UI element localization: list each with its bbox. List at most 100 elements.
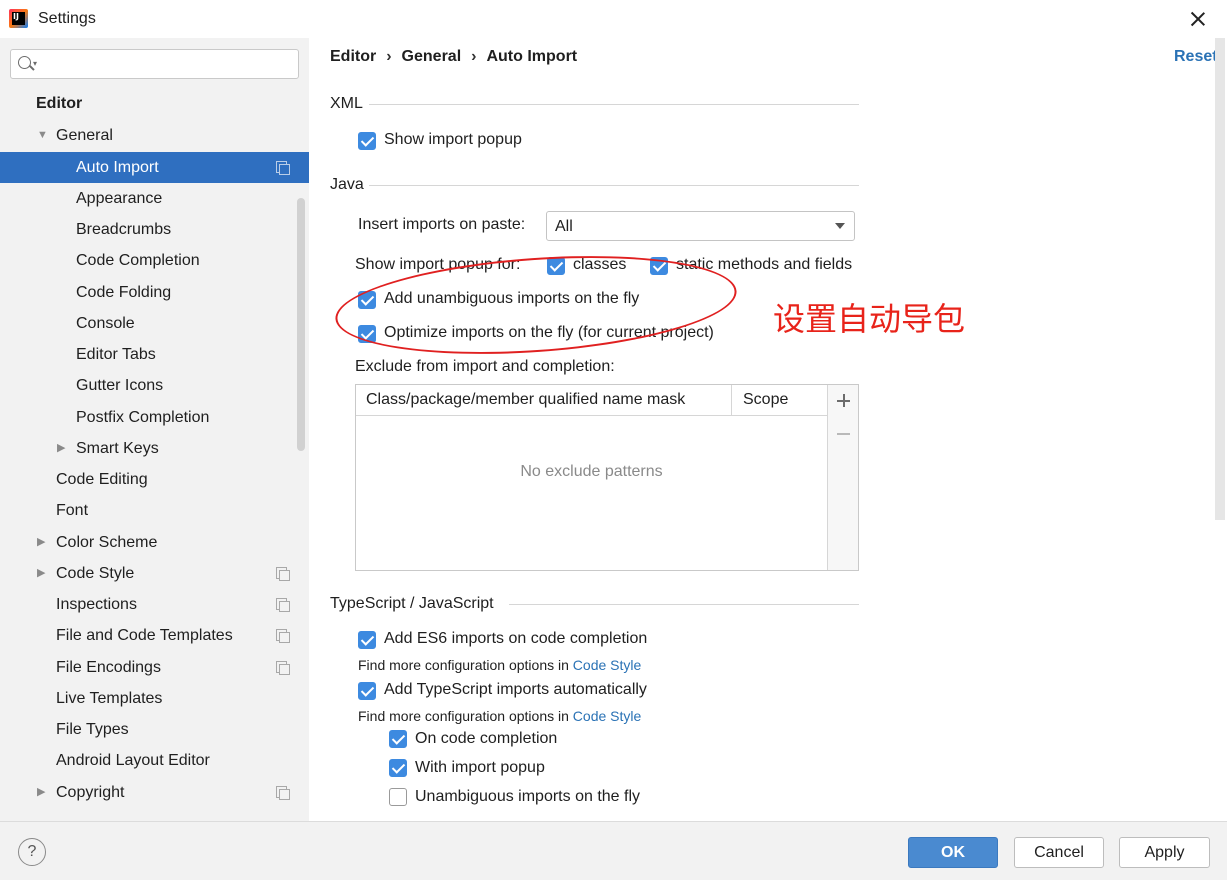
with-import-popup-checkbox[interactable] <box>389 759 407 777</box>
sidebar-item-copyright[interactable]: ▶ Copyright <box>0 777 309 808</box>
project-scope-icon <box>276 598 290 612</box>
sidebar-item-gutter-icons[interactable]: Gutter Icons <box>0 370 309 401</box>
ok-button[interactable]: OK <box>908 837 998 868</box>
sidebar-item-file-encodings[interactable]: File Encodings <box>0 652 309 683</box>
sidebar-item-postfix-completion[interactable]: Postfix Completion <box>0 402 309 433</box>
chevron-right-icon[interactable]: ▶ <box>57 433 65 464</box>
sidebar-item-label: Android Layout Editor <box>56 752 210 769</box>
section-title-typescript: TypeScript / JavaScript <box>330 595 494 612</box>
column-divider <box>731 385 732 416</box>
unambiguous-imports-checkbox[interactable] <box>389 788 407 806</box>
static-methods-checkbox[interactable] <box>650 257 668 275</box>
column-header-mask[interactable]: Class/package/member qualified name mask <box>366 391 685 409</box>
sidebar-item-label: Gutter Icons <box>76 377 164 394</box>
section-divider <box>369 104 859 105</box>
sidebar-item-editor[interactable]: Editor <box>0 88 309 119</box>
cancel-button[interactable]: Cancel <box>1014 837 1104 868</box>
sidebar-item-smart-keys[interactable]: ▶ Smart Keys <box>0 433 309 464</box>
main-scrollbar[interactable] <box>1215 38 1225 520</box>
app-icon-text: IJ <box>12 12 25 25</box>
chevron-right-icon[interactable]: ▶ <box>37 558 45 589</box>
sidebar-item-editor-tabs[interactable]: Editor Tabs <box>0 339 309 370</box>
find-more-text: Find more configuration options in Code … <box>358 657 641 673</box>
apply-button[interactable]: Apply <box>1119 837 1210 868</box>
static-methods-label: static methods and fields <box>676 256 853 273</box>
settings-content: Editor › General › Auto Import Reset XML Sho… <box>309 38 1227 821</box>
sidebar-item-label: Breadcrumbs <box>76 221 172 238</box>
window-title: Settings <box>38 10 96 27</box>
show-import-popup-checkbox[interactable] <box>358 132 376 150</box>
insert-imports-select[interactable]: All <box>546 211 855 241</box>
add-unambiguous-imports-label: Add unambiguous imports on the fly <box>384 290 640 307</box>
chevron-right-icon[interactable]: ▶ <box>37 777 45 808</box>
sidebar-item-general[interactable]: ▼ General <box>0 120 309 151</box>
optimize-imports-label: Optimize imports on the fly (for current… <box>384 324 714 341</box>
sidebar-item-inspections[interactable]: Inspections <box>0 589 309 620</box>
sidebar-item-file-and-code-templates[interactable]: File and Code Templates <box>0 620 309 651</box>
breadcrumb-separator: › <box>386 48 392 65</box>
code-style-link[interactable]: Code Style <box>573 657 641 673</box>
add-typescript-imports-checkbox[interactable] <box>358 682 376 700</box>
section-divider <box>369 185 859 186</box>
breadcrumb-item[interactable]: General <box>402 48 462 66</box>
search-input[interactable]: ▾ <box>10 49 299 79</box>
column-header-scope[interactable]: Scope <box>743 391 788 409</box>
chevron-right-icon[interactable]: ▶ <box>37 527 45 558</box>
sidebar-item-auto-import[interactable]: Auto Import <box>0 152 309 183</box>
sidebar-item-label: Live Templates <box>56 690 163 707</box>
sidebar-item-label: Code Folding <box>76 284 172 301</box>
sidebar-item-label: Inspections <box>56 596 137 613</box>
section-divider <box>509 604 859 605</box>
add-es6-imports-checkbox[interactable] <box>358 631 376 649</box>
sidebar-item-label: General <box>56 127 113 144</box>
exclude-patterns-table: Class/package/member qualified name mask… <box>355 384 859 571</box>
sidebar-item-android-layout-editor[interactable]: Android Layout Editor <box>0 745 309 776</box>
add-unambiguous-imports-checkbox[interactable] <box>358 291 376 309</box>
project-scope-icon <box>276 629 290 643</box>
title-bar: IJ Settings <box>0 0 1227 38</box>
insert-imports-label: Insert imports on paste: <box>358 216 526 233</box>
sidebar-item-code-style[interactable]: ▶ Code Style <box>0 558 309 589</box>
sidebar-item-label: Font <box>56 502 89 519</box>
add-icon[interactable] <box>837 394 850 407</box>
chevron-down-icon[interactable]: ▾ <box>33 59 37 68</box>
table-header: Class/package/member qualified name mask… <box>356 385 827 416</box>
find-more-prefix: Find more configuration options in <box>358 657 569 673</box>
section-title-xml: XML <box>330 95 363 112</box>
sidebar-item-label: File Types <box>56 721 129 738</box>
sidebar-item-label: Editor <box>36 95 83 112</box>
reset-link[interactable]: Reset <box>1174 48 1218 66</box>
remove-icon[interactable] <box>837 427 850 440</box>
classes-checkbox[interactable] <box>547 257 565 275</box>
sidebar-item-label: Copyright <box>56 784 125 801</box>
chevron-down-icon[interactable]: ▼ <box>37 120 48 151</box>
sidebar-item-label: Appearance <box>76 190 163 207</box>
optimize-imports-checkbox[interactable] <box>358 325 376 343</box>
add-es6-imports-label: Add ES6 imports on code completion <box>384 630 648 647</box>
sidebar-item-live-templates[interactable]: Live Templates <box>0 683 309 714</box>
project-scope-icon <box>276 161 290 175</box>
breadcrumb-item[interactable]: Editor <box>330 48 376 66</box>
section-title-java: Java <box>330 176 364 193</box>
chevron-down-icon <box>835 223 845 229</box>
sidebar-item-label: Color Scheme <box>56 534 158 551</box>
sidebar-item-label: File and Code Templates <box>56 627 233 644</box>
sidebar-item-breadcrumbs[interactable]: Breadcrumbs <box>0 214 309 245</box>
sidebar-item-label: Code Style <box>56 565 135 582</box>
sidebar-item-file-types[interactable]: File Types <box>0 714 309 745</box>
sidebar-item-code-editing[interactable]: Code Editing <box>0 464 309 495</box>
sidebar-scrollbar[interactable] <box>297 198 305 451</box>
sidebar-item-code-folding[interactable]: Code Folding <box>0 277 309 308</box>
sidebar-item-console[interactable]: Console <box>0 308 309 339</box>
breadcrumb: Editor › General › Auto Import <box>330 48 577 66</box>
sidebar-item-color-scheme[interactable]: ▶ Color Scheme <box>0 527 309 558</box>
sidebar-item-label: Postfix Completion <box>76 409 210 426</box>
close-icon[interactable] <box>1186 7 1210 31</box>
sidebar-item-code-completion[interactable]: Code Completion <box>0 245 309 276</box>
code-style-link[interactable]: Code Style <box>573 708 641 724</box>
sidebar-item-font[interactable]: Font <box>0 495 309 526</box>
on-code-completion-checkbox[interactable] <box>389 730 407 748</box>
help-icon[interactable]: ? <box>18 838 46 866</box>
sidebar-item-appearance[interactable]: Appearance <box>0 183 309 214</box>
sidebar-item-label: File Encodings <box>56 659 161 676</box>
